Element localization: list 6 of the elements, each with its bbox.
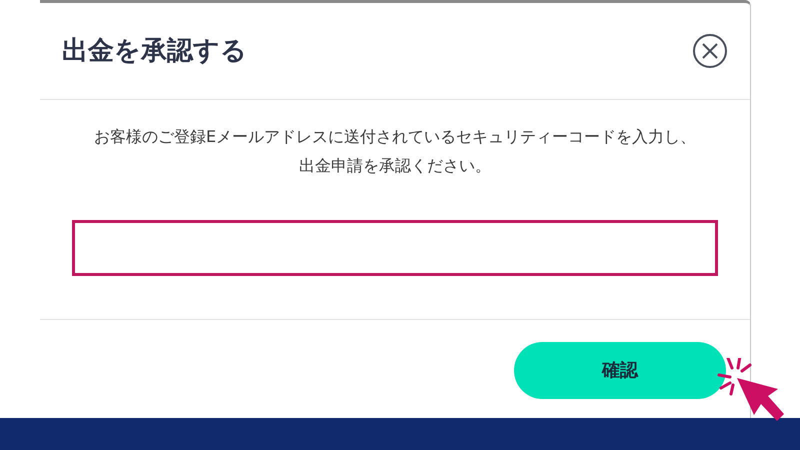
instruction-text: お客様のご登録Eメールアドレスに送付されているセキュリティーコードを入力し、出金申請を承認ください。 xyxy=(92,126,698,177)
close-icon[interactable] xyxy=(692,33,728,69)
dialog-title: 出金を承認する xyxy=(62,34,247,68)
input-field[interactable] xyxy=(72,220,718,276)
confirm-button[interactable]: 確認 xyxy=(514,342,726,399)
cursor-click-icon xyxy=(716,358,786,423)
